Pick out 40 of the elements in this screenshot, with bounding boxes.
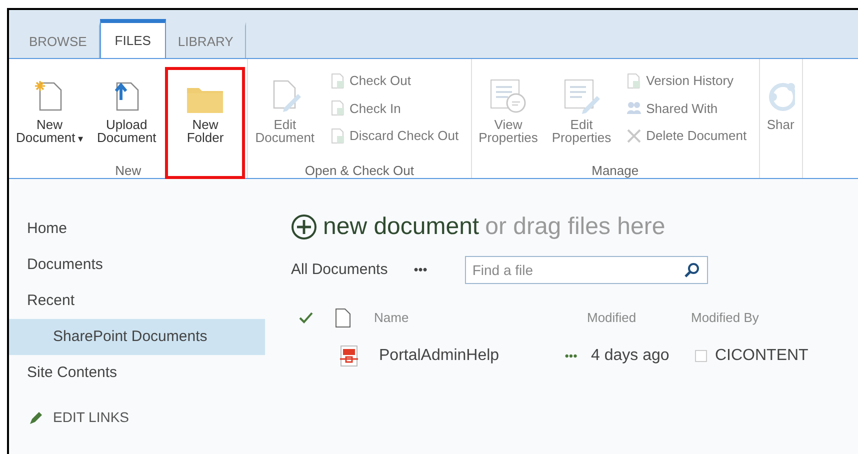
sidebar-link[interactable]: Recent (9, 283, 265, 319)
version-history-icon (626, 72, 642, 89)
ribbon-button[interactable]: New Document ▾ (11, 67, 88, 155)
sidebar-link[interactable]: SharePoint Documents (9, 319, 265, 355)
add-icon (291, 214, 317, 240)
file-name-link[interactable]: PortalAdminHelp (379, 344, 551, 368)
more-button[interactable]: ••• (551, 347, 591, 365)
ribbon-group-label: Open & Check Out (304, 162, 414, 180)
sidebar-link[interactable]: Documents (9, 247, 265, 283)
ribbon-group-label: New (115, 162, 142, 180)
new-document-link[interactable]: new document (323, 209, 480, 245)
share-icon (766, 80, 795, 114)
sidebar-link[interactable]: Site Contents (9, 355, 265, 391)
people-icon (626, 100, 642, 116)
drag-hint: or drag files here (485, 212, 666, 242)
view-properties-icon (489, 78, 528, 114)
search-field[interactable]: Find a file (465, 256, 708, 284)
check-in-icon (330, 100, 346, 116)
edit-links-link[interactable]: EDIT LINKS (29, 407, 129, 428)
more-button[interactable]: ••• (414, 260, 428, 280)
column-header: Modified (587, 309, 638, 328)
ribbon-group-label: Manage (592, 162, 639, 180)
document-icon (335, 308, 351, 328)
pencil-icon (29, 410, 43, 424)
search-icon (684, 262, 700, 278)
column-header: Name (374, 309, 410, 328)
sidebar-link[interactable]: Home (9, 211, 265, 247)
check-out-icon (330, 72, 346, 89)
ribbon-tab[interactable]: FILES (100, 19, 166, 59)
column-header: Modified By (691, 309, 759, 328)
table-cell-text: 4 days ago (591, 346, 670, 366)
view-selector[interactable]: All Documents (291, 258, 388, 282)
pdf-file-icon (339, 345, 359, 367)
edit-properties-icon (562, 78, 600, 114)
discard-check-out-icon (330, 128, 346, 144)
delete-icon (626, 128, 642, 144)
ribbon-button[interactable]: New Folder (165, 67, 246, 179)
ribbon-button[interactable]: Upload Document (92, 67, 162, 155)
checkmark-icon (299, 312, 313, 324)
table-cell-text: CICONTENT (715, 346, 808, 366)
